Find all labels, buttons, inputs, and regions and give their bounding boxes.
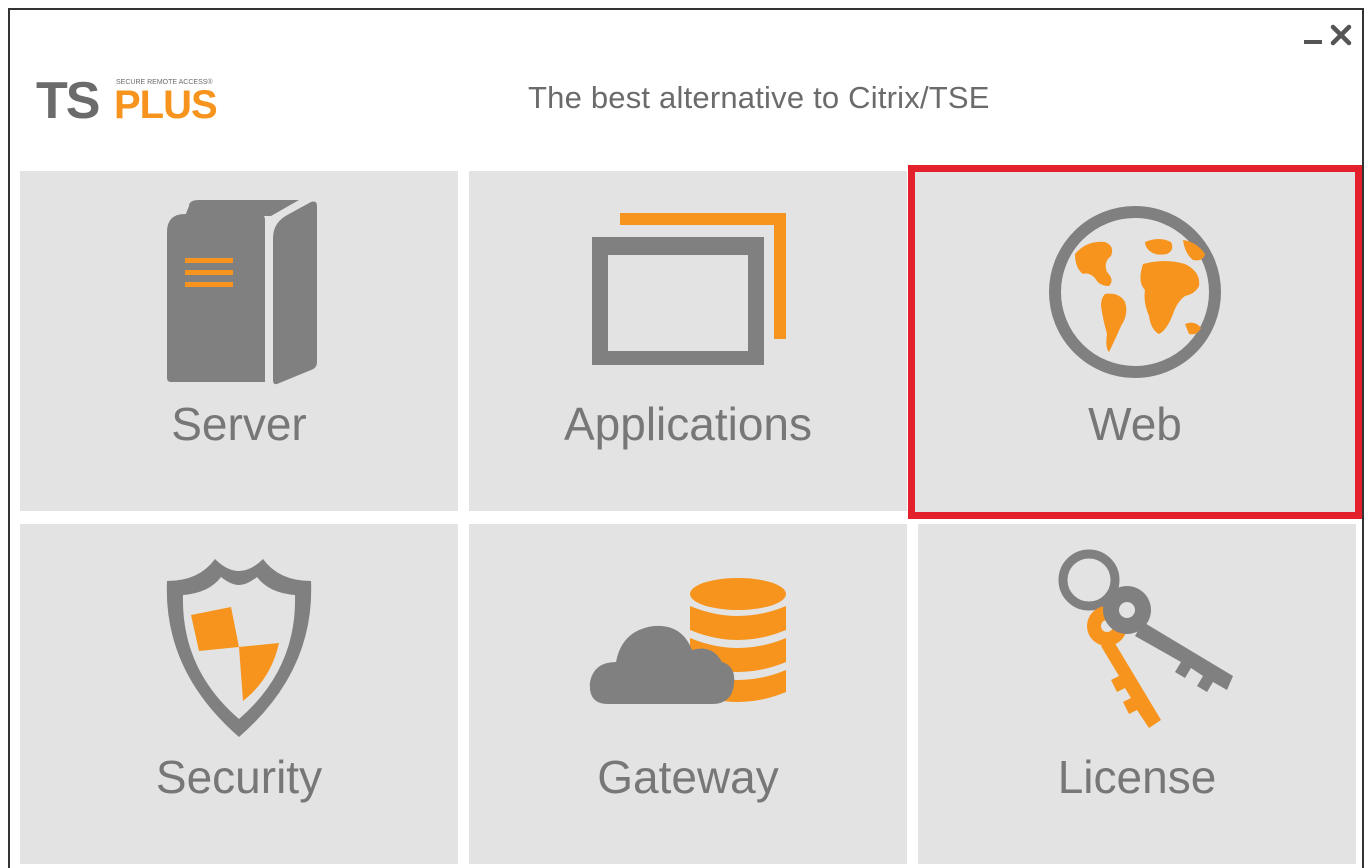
svg-text:PLUS: PLUS	[114, 83, 217, 124]
window-controls	[1302, 24, 1352, 46]
tsplus-logo: TS PLUS SECURE REMOTE ACCESS®	[36, 72, 246, 130]
keys-icon	[918, 540, 1356, 740]
tile-label-security: Security	[155, 751, 323, 803]
tile-web[interactable]: Web	[908, 165, 1362, 519]
shield-icon	[20, 546, 458, 746]
applications-icon	[469, 189, 907, 389]
globe-icon	[912, 197, 1358, 387]
tagline: The best alternative to Citrix/TSE	[528, 80, 990, 115]
tile-gateway[interactable]: Gateway	[469, 524, 907, 864]
tile-server[interactable]: Server	[20, 171, 458, 511]
tile-applications[interactable]: Applications	[469, 171, 907, 511]
tile-label-gateway: Gateway	[597, 751, 779, 803]
tile-license[interactable]: License	[918, 524, 1356, 864]
app-window: TS PLUS SECURE REMOTE ACCESS® The best a…	[8, 8, 1364, 868]
tile-label-license: License	[1057, 751, 1217, 803]
close-icon[interactable]	[1330, 24, 1352, 46]
svg-text:TS: TS	[36, 74, 99, 124]
cloud-database-icon	[469, 544, 907, 744]
tile-label-applications: Applications	[563, 398, 813, 450]
tile-security[interactable]: Security	[20, 524, 458, 864]
tile-label-web: Web	[1088, 398, 1182, 450]
svg-text:SECURE REMOTE ACCESS®: SECURE REMOTE ACCESS®	[116, 78, 213, 86]
logo-graphic: TS PLUS SECURE REMOTE ACCESS®	[36, 72, 218, 130]
minimize-icon[interactable]	[1302, 24, 1324, 46]
server-icon	[20, 189, 458, 389]
tile-label-server: Server	[171, 398, 307, 450]
